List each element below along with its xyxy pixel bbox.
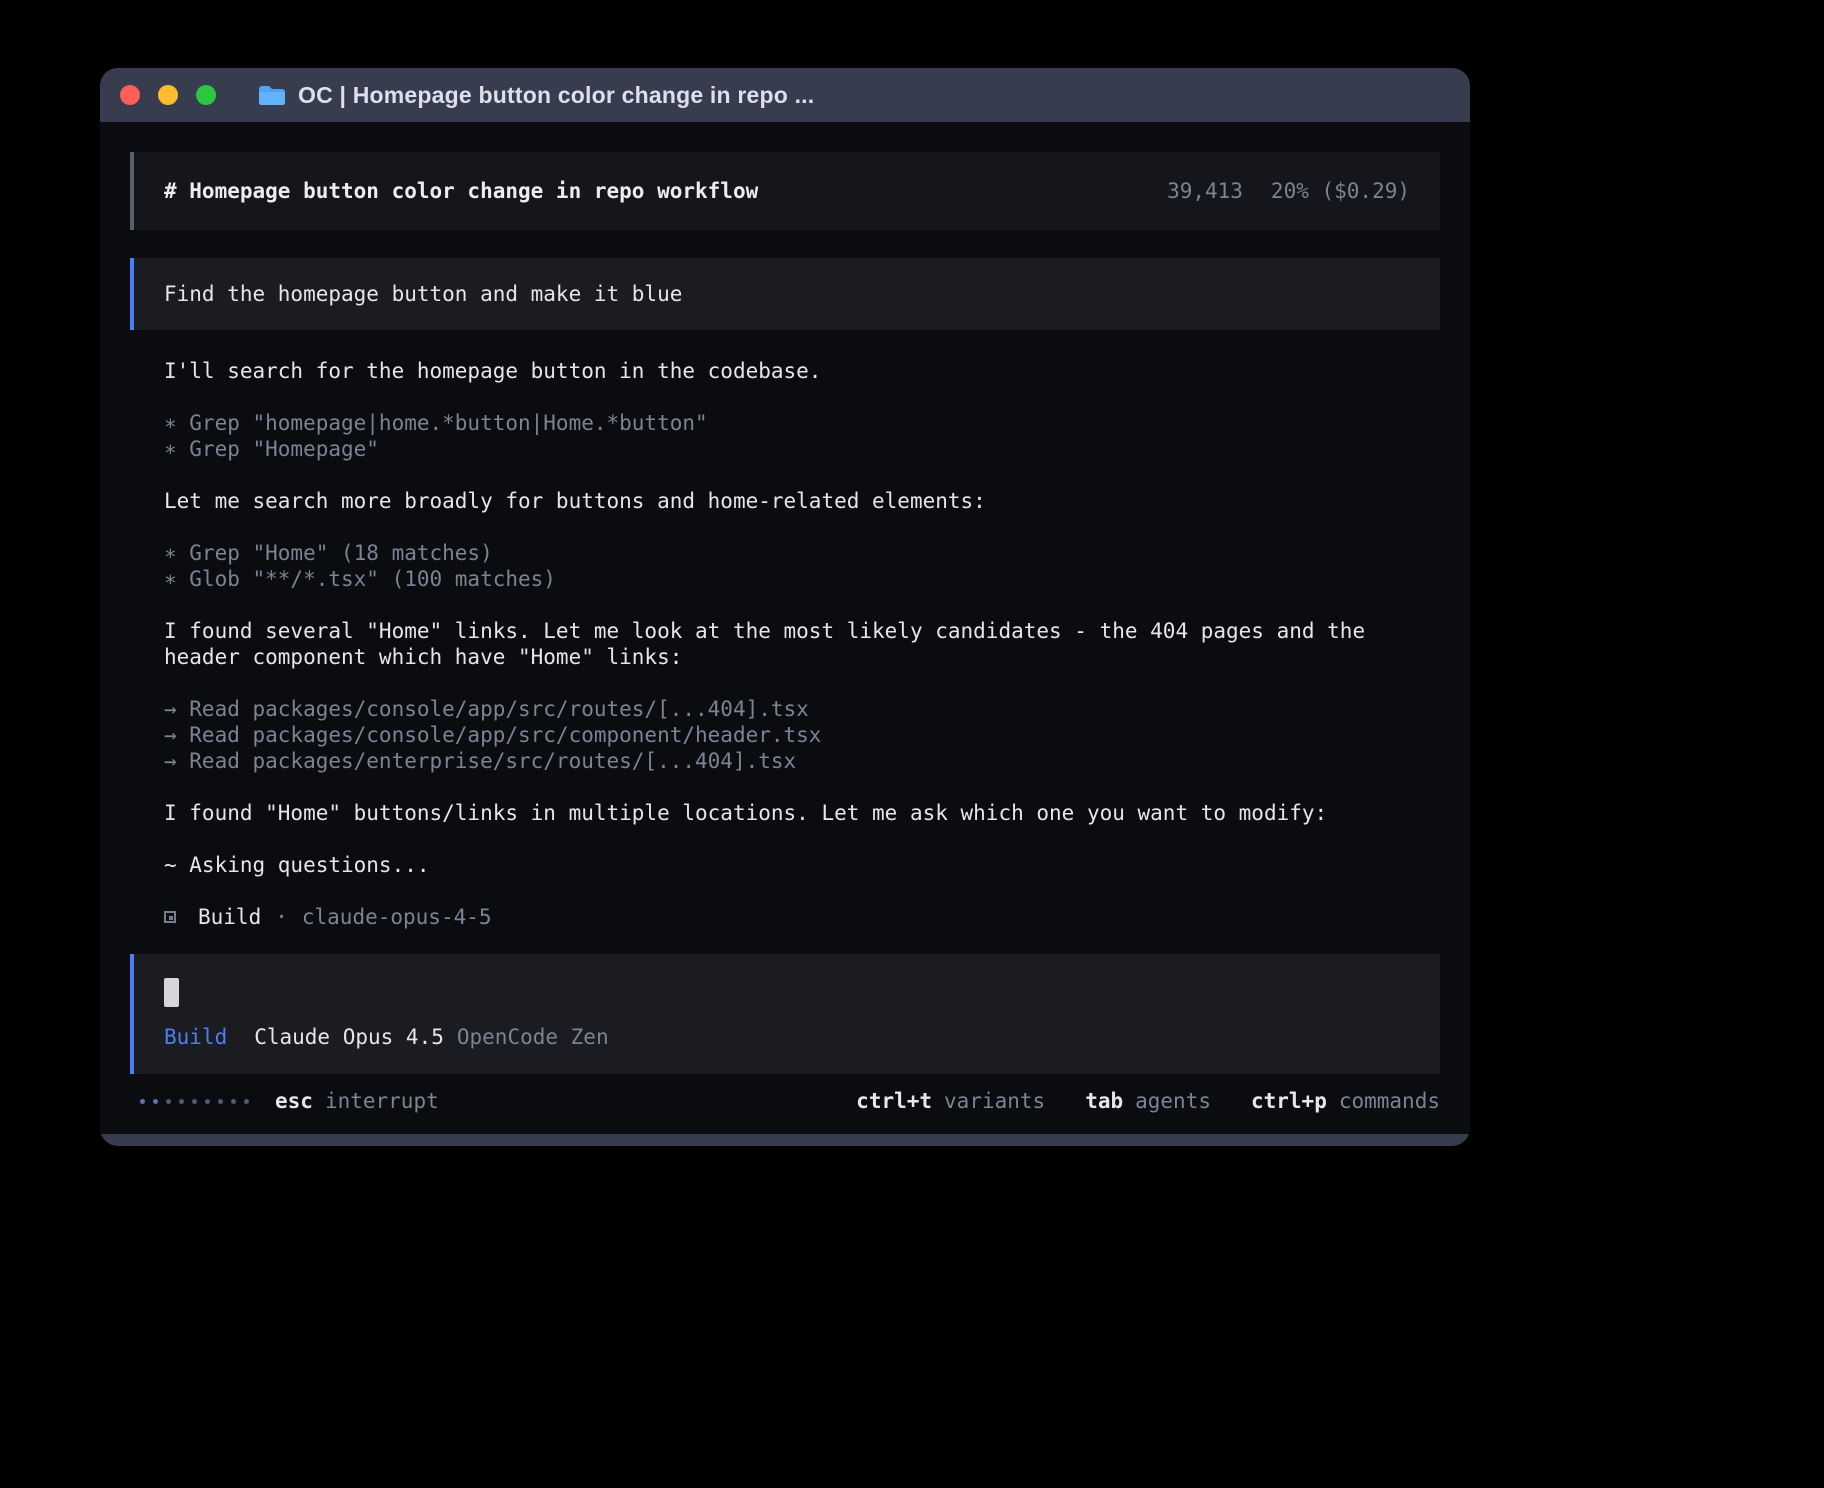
tool-call-line[interactable]: ∗ Glob "**/*.tsx" (100 matches) [164, 566, 1440, 592]
esc-key-label: esc [275, 1088, 313, 1114]
status-bar: esc interrupt ctrl+t variants tab agents… [130, 1088, 1440, 1114]
traffic-lights [120, 85, 216, 105]
session-meta: 39,413 20% ($0.29) [1167, 178, 1410, 204]
window-title: OC | Homepage button color change in rep… [298, 82, 814, 109]
tool-call-line[interactable]: ∗ Grep "homepage|home.*button|Home.*butt… [164, 410, 1440, 436]
zoom-button[interactable] [196, 85, 216, 105]
assistant-text: I found several "Home" links. Let me loo… [164, 618, 1440, 670]
text-cursor [164, 978, 179, 1007]
title-group: OC | Homepage button color change in rep… [258, 82, 814, 109]
tab-key-label: tab [1085, 1088, 1123, 1114]
tool-call-line[interactable]: → Read packages/console/app/src/componen… [164, 722, 1440, 748]
session-title: # Homepage button color change in repo w… [164, 178, 758, 204]
ctrl-t-key-label: ctrl+t [856, 1088, 932, 1114]
tool-call-line[interactable]: ∗ Grep "Homepage" [164, 436, 1440, 462]
session-header: # Homepage button color change in repo w… [130, 152, 1440, 230]
token-count: 39,413 [1167, 178, 1243, 204]
interrupt-hint: esc interrupt [275, 1088, 439, 1114]
commands-hint: ctrl+p commands [1251, 1088, 1440, 1114]
prompt-input[interactable]: Build Claude Opus 4.5 OpenCode Zen [130, 954, 1440, 1074]
commands-label: commands [1339, 1088, 1440, 1114]
context-usage: 20% ($0.29) [1271, 178, 1410, 204]
agent-name: Build [198, 904, 261, 930]
model-line: Build Claude Opus 4.5 OpenCode Zen [164, 1024, 1410, 1050]
mode-label[interactable]: Build [164, 1024, 227, 1050]
folder-icon [258, 84, 286, 106]
terminal-window: OC | Homepage button color change in rep… [100, 68, 1470, 1146]
interrupt-label: interrupt [325, 1088, 439, 1114]
spinner-dots [140, 1099, 249, 1104]
variants-hint: ctrl+t variants [856, 1088, 1045, 1114]
agent-separator: · [275, 904, 288, 930]
assistant-text: I found "Home" buttons/links in multiple… [164, 800, 1440, 826]
assistant-transcript: I'll search for the homepage button in t… [164, 358, 1440, 930]
agents-label: agents [1135, 1088, 1211, 1114]
model-label[interactable]: Claude Opus 4.5 [254, 1024, 444, 1050]
provider-label: OpenCode Zen [457, 1024, 609, 1050]
terminal-content: # Homepage button color change in repo w… [100, 122, 1470, 1134]
titlebar[interactable]: OC | Homepage button color change in rep… [100, 68, 1470, 122]
assistant-text: Let me search more broadly for buttons a… [164, 488, 1440, 514]
tool-call-line[interactable]: ∗ Grep "Home" (18 matches) [164, 540, 1440, 566]
user-message-text: Find the homepage button and make it blu… [164, 281, 682, 307]
ctrl-p-key-label: ctrl+p [1251, 1088, 1327, 1114]
close-button[interactable] [120, 85, 140, 105]
variants-label: variants [944, 1088, 1045, 1114]
tool-call-line[interactable]: → Read packages/console/app/src/routes/[… [164, 696, 1440, 722]
agent-model: claude-opus-4-5 [302, 904, 492, 930]
shortcut-hints: ctrl+t variants tab agents ctrl+p comman… [856, 1088, 1440, 1114]
working-status: ~ Asking questions... [164, 852, 1440, 878]
minimize-button[interactable] [158, 85, 178, 105]
assistant-text: I'll search for the homepage button in t… [164, 358, 1440, 384]
agent-square-icon [164, 911, 176, 923]
user-message: Find the homepage button and make it blu… [130, 258, 1440, 330]
agent-status-line: Build · claude-opus-4-5 [164, 904, 1440, 930]
agents-hint: tab agents [1085, 1088, 1211, 1114]
tool-call-line[interactable]: → Read packages/enterprise/src/routes/[.… [164, 748, 1440, 774]
